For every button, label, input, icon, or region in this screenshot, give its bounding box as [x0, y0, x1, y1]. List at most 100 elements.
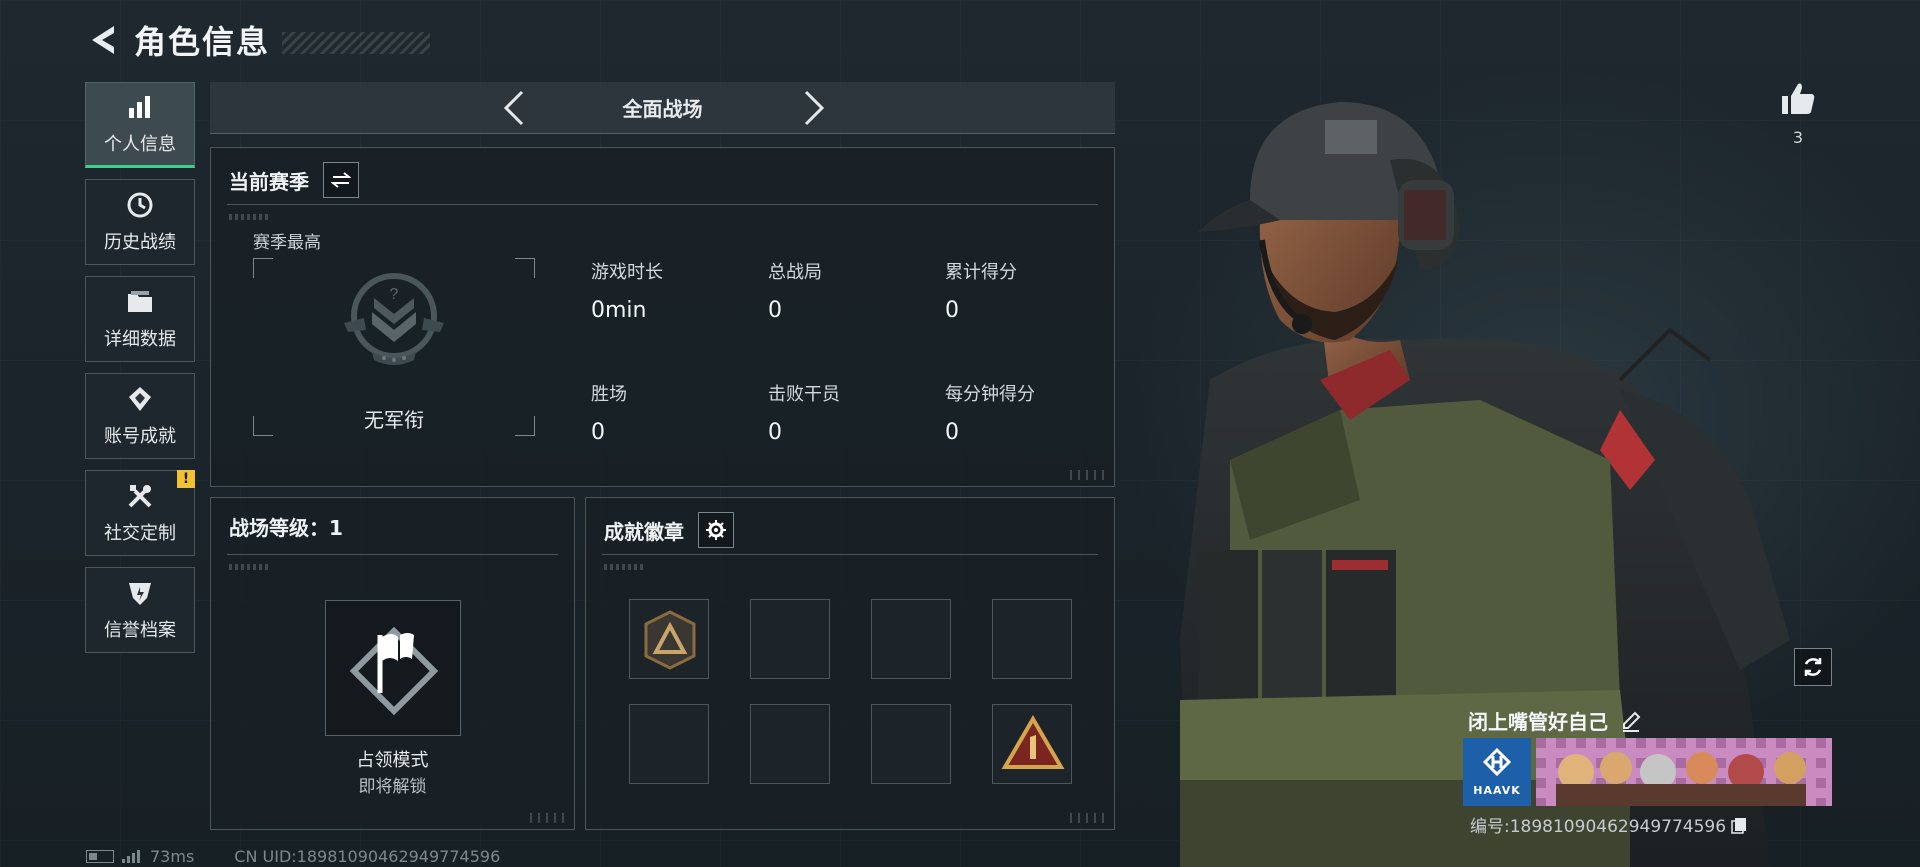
bar-chart-icon	[129, 96, 150, 118]
copy-icon[interactable]	[1730, 816, 1748, 834]
achievement-badges-panel: 成就徽章	[585, 497, 1115, 830]
stat-total-score: 累计得分 0	[945, 258, 1121, 323]
badge-slot[interactable]	[871, 599, 951, 679]
stat-value: 0	[945, 420, 959, 445]
signal-icon	[122, 849, 140, 863]
decoration	[1070, 813, 1106, 823]
mode-selector: 全面战场	[210, 82, 1115, 134]
badge-slot[interactable]	[629, 704, 709, 784]
sidebar: 个人信息 历史战绩 详细数据 账号成就 社交定制 ! 信誉档案	[85, 82, 195, 664]
next-mode-arrow-icon[interactable]	[800, 88, 828, 128]
rank-name: 无军衔	[364, 408, 424, 432]
season-panel-header: 当前赛季	[229, 162, 359, 198]
switch-season-button[interactable]	[323, 162, 359, 198]
level-title: 战场等级：1	[229, 516, 343, 540]
status-bar: 73ms CN UID:18981090462949774596	[86, 846, 500, 866]
decoration	[229, 564, 269, 570]
sidebar-item-label: 个人信息	[104, 134, 176, 155]
stat-score-per-minute: 每分钟得分 0	[945, 380, 1121, 445]
mode-name: 占领模式	[356, 750, 429, 771]
conquest-mode-tile[interactable]	[325, 600, 461, 736]
refresh-icon	[1804, 658, 1822, 676]
stat-value: 0	[768, 298, 782, 323]
achievement-icon	[129, 387, 151, 411]
clan-logo[interactable]: HAAVK	[1463, 738, 1531, 806]
sidebar-item-history[interactable]: 历史战绩	[85, 179, 195, 265]
sidebar-item-label: 历史战绩	[104, 232, 176, 253]
uid-text: CN UID:18981090462949774596	[234, 846, 501, 866]
mode-unlock-status: 即将解锁	[358, 777, 427, 797]
player-banner[interactable]	[1536, 738, 1832, 806]
stat-value: 0	[768, 420, 782, 445]
stat-label: 击败干员	[768, 384, 840, 405]
season-best-label: 赛季最高	[253, 233, 321, 253]
stat-value: 0	[591, 420, 605, 445]
badge-slot[interactable]	[750, 599, 830, 679]
like-count: 3	[1792, 128, 1804, 147]
battery-icon	[86, 849, 114, 863]
sidebar-item-achievements[interactable]: 账号成就	[85, 373, 195, 459]
prev-mode-arrow-icon[interactable]	[500, 88, 528, 128]
stat-label: 累计得分	[945, 262, 1017, 283]
clan-logo-text: HAAVK	[1473, 783, 1521, 797]
battlefield-level-panel: 战场等级：1 占领模式 即将解锁	[210, 497, 575, 830]
badge-slot[interactable]	[992, 704, 1072, 784]
sidebar-item-reputation[interactable]: 信誉档案	[85, 567, 195, 653]
thumbs-up-icon[interactable]	[1778, 78, 1818, 118]
folder-icon	[128, 291, 152, 312]
sidebar-item-personal-info[interactable]: 个人信息	[85, 82, 195, 168]
sidebar-item-label: 社交定制	[104, 523, 176, 544]
stat-label: 游戏时长	[591, 262, 663, 283]
flag-icon	[349, 626, 439, 716]
sidebar-item-label: 信誉档案	[104, 620, 176, 641]
season-panel: 当前赛季 赛季最高 ? 无军衔 游戏时长 0min 总战局 0 累计得分 0 胜…	[210, 147, 1115, 487]
decoration	[604, 564, 644, 570]
alert-badge: !	[177, 470, 195, 488]
hawk-logo-icon	[1482, 747, 1512, 776]
stat-label: 总战局	[768, 262, 822, 283]
badge-slot[interactable]	[629, 599, 709, 679]
stat-total-matches: 总战局 0	[768, 258, 944, 323]
back-arrow-icon[interactable]	[86, 22, 118, 58]
stat-value: 0min	[591, 298, 647, 323]
sidebar-item-details[interactable]: 详细数据	[85, 276, 195, 362]
stat-play-time: 游戏时长 0min	[591, 258, 767, 323]
badge-slot[interactable]	[750, 704, 830, 784]
header: 角色信息	[86, 18, 431, 62]
mode-title: 全面战场	[622, 97, 703, 121]
sidebar-item-label: 详细数据	[104, 329, 176, 350]
frame-corner	[515, 258, 535, 278]
player-id-text: 编号:18981090462949774596	[1470, 817, 1727, 837]
season-title: 当前赛季	[229, 169, 309, 194]
divider	[602, 554, 1098, 555]
rotate-model-button[interactable]	[1794, 648, 1832, 686]
decoration	[1070, 470, 1106, 480]
player-name: 闭上嘴管好自己	[1468, 706, 1642, 735]
triangle-badge-icon	[644, 610, 696, 670]
title-decoration	[282, 32, 431, 54]
badge-slot[interactable]	[992, 599, 1072, 679]
svg-text:?: ?	[390, 286, 399, 303]
page-title: 角色信息	[134, 23, 271, 61]
ping-value: 73ms	[150, 846, 195, 866]
badges-title: 成就徽章	[604, 519, 684, 544]
frame-corner	[253, 258, 273, 278]
divider	[227, 554, 558, 555]
decoration	[229, 214, 269, 220]
badges-panel-header: 成就徽章	[604, 512, 734, 548]
history-icon	[127, 192, 153, 218]
stat-kills: 击败干员 0	[768, 380, 944, 445]
rank-one-badge-icon	[1001, 715, 1065, 769]
rank-emblem-icon: ?	[344, 273, 444, 365]
edit-pencil-icon[interactable]	[1620, 710, 1642, 732]
decoration	[530, 813, 566, 823]
player-id: 编号:18981090462949774596	[1470, 812, 1748, 837]
gear-icon	[706, 520, 726, 540]
badge-settings-button[interactable]	[698, 512, 734, 548]
tools-icon	[128, 485, 152, 508]
likes: 3	[1778, 78, 1818, 147]
divider	[227, 204, 1098, 205]
badge-slot[interactable]	[871, 704, 951, 784]
swap-icon	[331, 172, 351, 188]
sidebar-item-social[interactable]: 社交定制 !	[85, 470, 195, 556]
